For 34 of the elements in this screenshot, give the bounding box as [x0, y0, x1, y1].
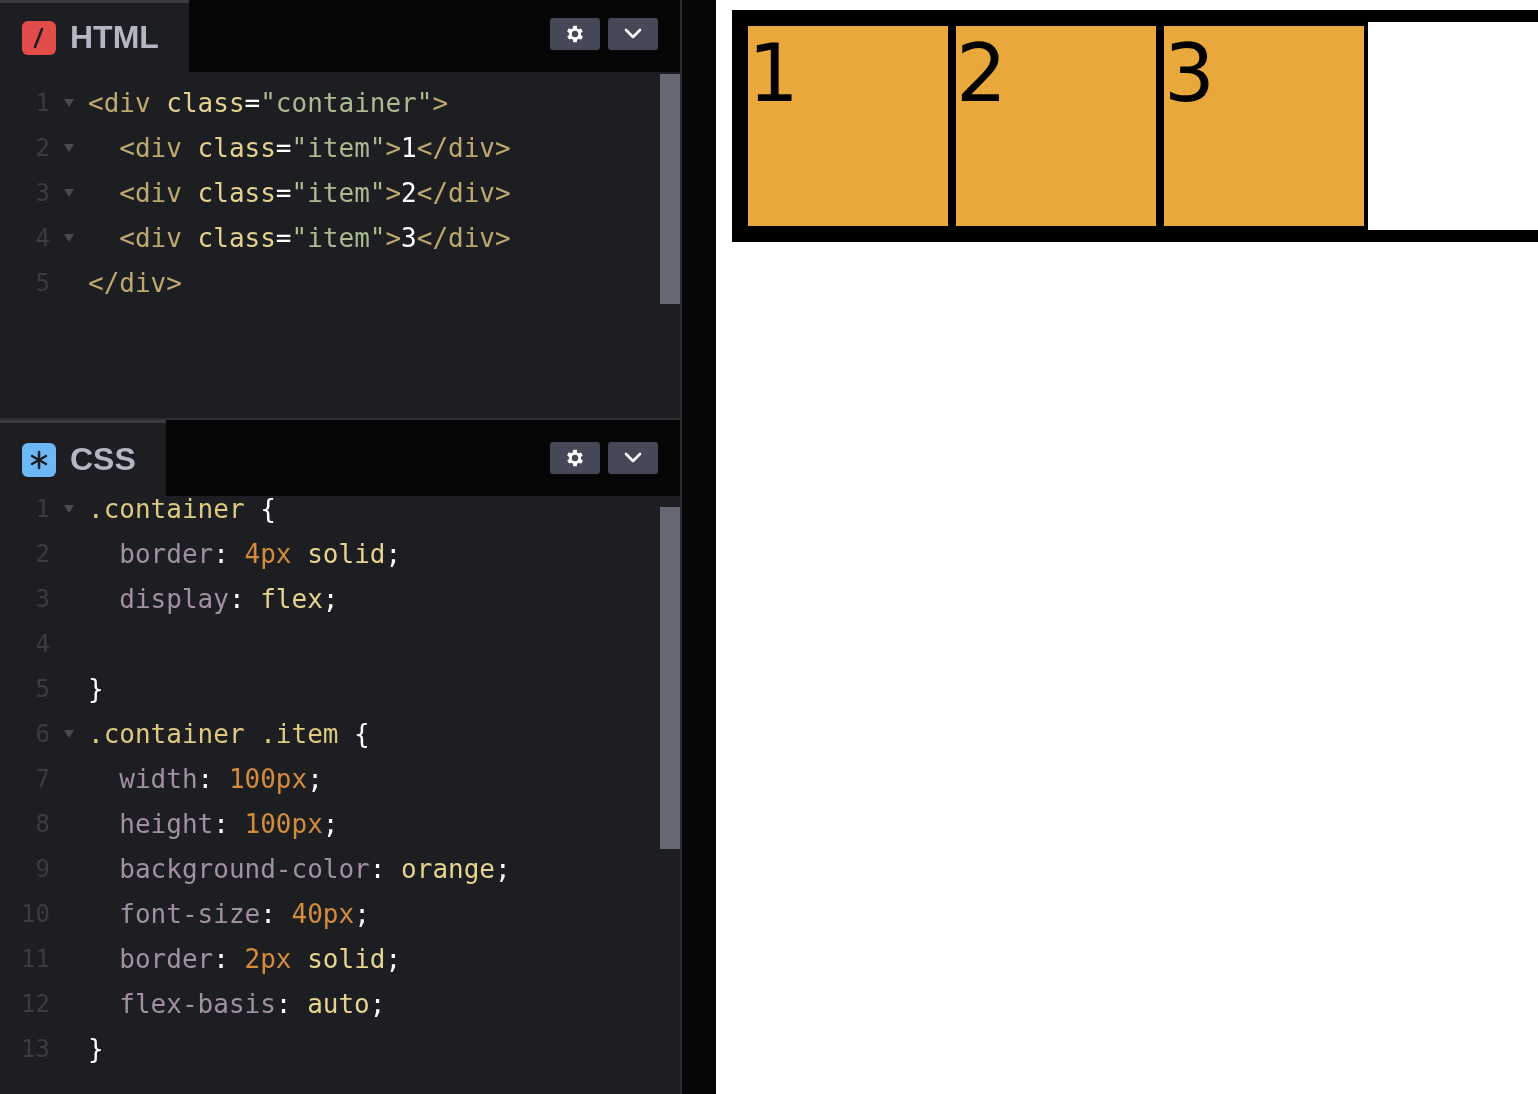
- code-line: border: 4px solid;: [118, 538, 402, 569]
- slash-logo-icon: [22, 20, 56, 55]
- settings-icon: [564, 447, 586, 469]
- scrollbar-thumb[interactable]: [660, 74, 680, 304]
- code-line: border: 2px solid;: [118, 943, 402, 974]
- code-line: background-color: orange;: [118, 853, 511, 884]
- code-line: <div class="container">: [88, 87, 449, 118]
- flex-item: 3: [1160, 22, 1368, 230]
- code-line: }: [88, 673, 104, 704]
- editor-title: CSS: [70, 441, 136, 478]
- collapse-button[interactable]: [608, 442, 658, 474]
- code-line: display: flex;: [118, 583, 339, 614]
- code-line: flex-basis: auto;: [118, 988, 386, 1019]
- settings-button[interactable]: [550, 18, 600, 50]
- code-line: .container {: [88, 493, 276, 524]
- code-line: .container .item {: [88, 718, 370, 749]
- code-line: <div class="item">1</div>: [118, 132, 511, 163]
- collapse-button[interactable]: [608, 18, 658, 50]
- flex-item: 1: [744, 22, 952, 230]
- flex-item: 2: [952, 22, 1160, 230]
- code-line: </div>: [88, 267, 182, 298]
- settings-button[interactable]: [550, 442, 600, 474]
- editor-tab[interactable]: HTML: [0, 0, 189, 72]
- settings-icon: [564, 23, 586, 45]
- code-line: }: [88, 1033, 104, 1064]
- editor-tab[interactable]: CSS: [0, 420, 166, 496]
- asterisk-logo-icon: [22, 442, 56, 477]
- code-line: font-size: 40px;: [118, 898, 370, 929]
- editor-title: HTML: [70, 19, 159, 56]
- scrollbar-thumb[interactable]: [660, 507, 680, 849]
- code-line: width: 100px;: [118, 763, 323, 794]
- code-line: <div class="item">2</div>: [118, 177, 511, 208]
- code-line: height: 100px;: [118, 808, 339, 839]
- code-line: <div class="item">3</div>: [118, 222, 511, 253]
